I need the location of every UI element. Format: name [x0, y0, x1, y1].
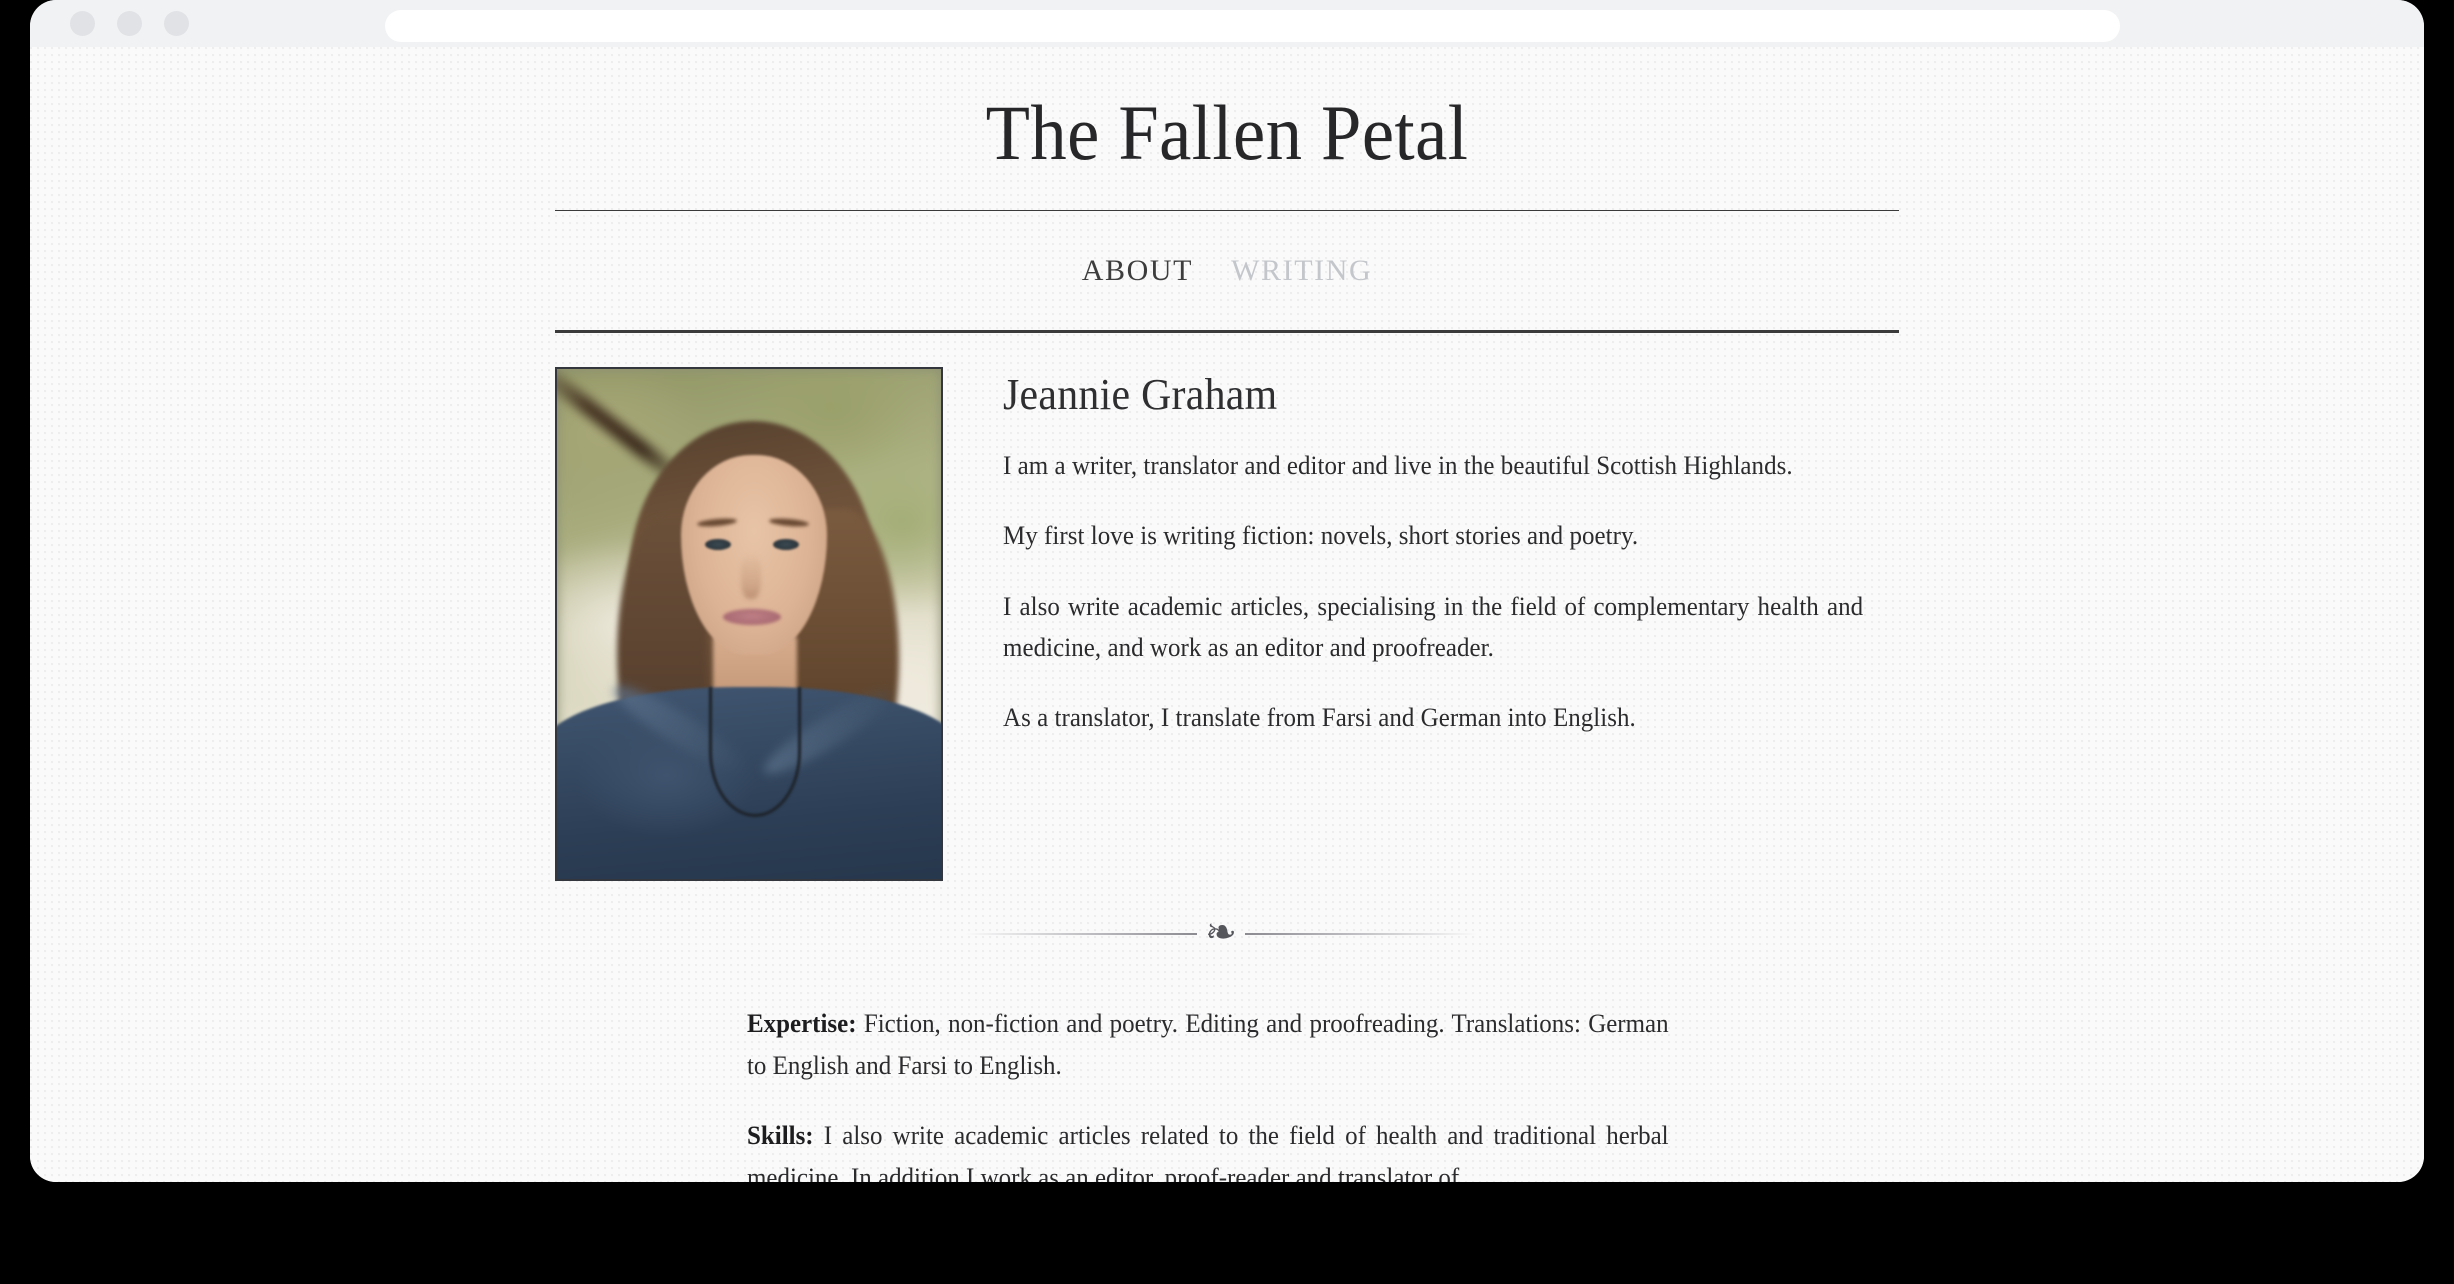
divider-line-right [1244, 933, 1477, 935]
bio-paragraph: I am a writer, translator and editor and… [1003, 451, 1793, 481]
nav-item-about[interactable]: ABOUT [1082, 254, 1193, 288]
photo-mouth [723, 609, 781, 625]
maximize-window-button[interactable] [164, 11, 189, 36]
person-name: Jeannie Graham [1003, 370, 1278, 419]
browser-window: The Fallen Petal ABOUT WRITING Jeannie G… [30, 0, 2424, 1182]
bio-paragraph: My first love is writing fiction: novels… [1003, 521, 1639, 551]
skills-label: Skills: [747, 1121, 814, 1151]
portrait-photo [557, 369, 941, 879]
browser-titlebar [30, 0, 2424, 47]
expertise-label: Expertise: [747, 1009, 857, 1038]
photo-nose [741, 553, 761, 599]
close-window-button[interactable] [70, 11, 95, 36]
bio-paragraph: As a translator, I translate from Farsi … [1003, 702, 1636, 732]
expertise-paragraph: Expertise: Fiction, non-fiction and poet… [747, 1003, 1669, 1087]
page-content: The Fallen Petal ABOUT WRITING Jeannie G… [555, 47, 1899, 1182]
photo-necklace [709, 687, 801, 817]
nav-item-writing[interactable]: WRITING [1231, 254, 1372, 288]
skills-text: I also write academic articles related t… [747, 1121, 1669, 1182]
ornamental-divider: ❧ [965, 913, 1477, 951]
minimize-window-button[interactable] [117, 11, 142, 36]
main-navigation: ABOUT WRITING [555, 211, 1899, 330]
traffic-light-controls [70, 11, 189, 36]
fleuron-ornament-icon: ❧ [1205, 910, 1237, 954]
bio-paragraph: I also write academic articles, speciali… [1003, 591, 1864, 662]
details-section: Expertise: Fiction, non-fiction and poet… [747, 1003, 1707, 1182]
divider-line-left [965, 933, 1198, 935]
bio-text-column: Jeannie Graham I am a writer, translator… [943, 367, 1899, 881]
bio-section: Jeannie Graham I am a writer, translator… [555, 333, 1899, 881]
expertise-text: Fiction, non-fiction and poetry. Editing… [747, 1009, 1669, 1081]
photo-eye-left [705, 539, 731, 550]
photo-eye-right [773, 539, 799, 550]
address-bar[interactable] [385, 10, 2120, 42]
site-title: The Fallen Petal [985, 89, 1469, 176]
portrait-frame [555, 367, 943, 881]
skills-paragraph: Skills: I also write academic articles r… [747, 1115, 1669, 1182]
page-viewport: The Fallen Petal ABOUT WRITING Jeannie G… [30, 47, 2424, 1182]
